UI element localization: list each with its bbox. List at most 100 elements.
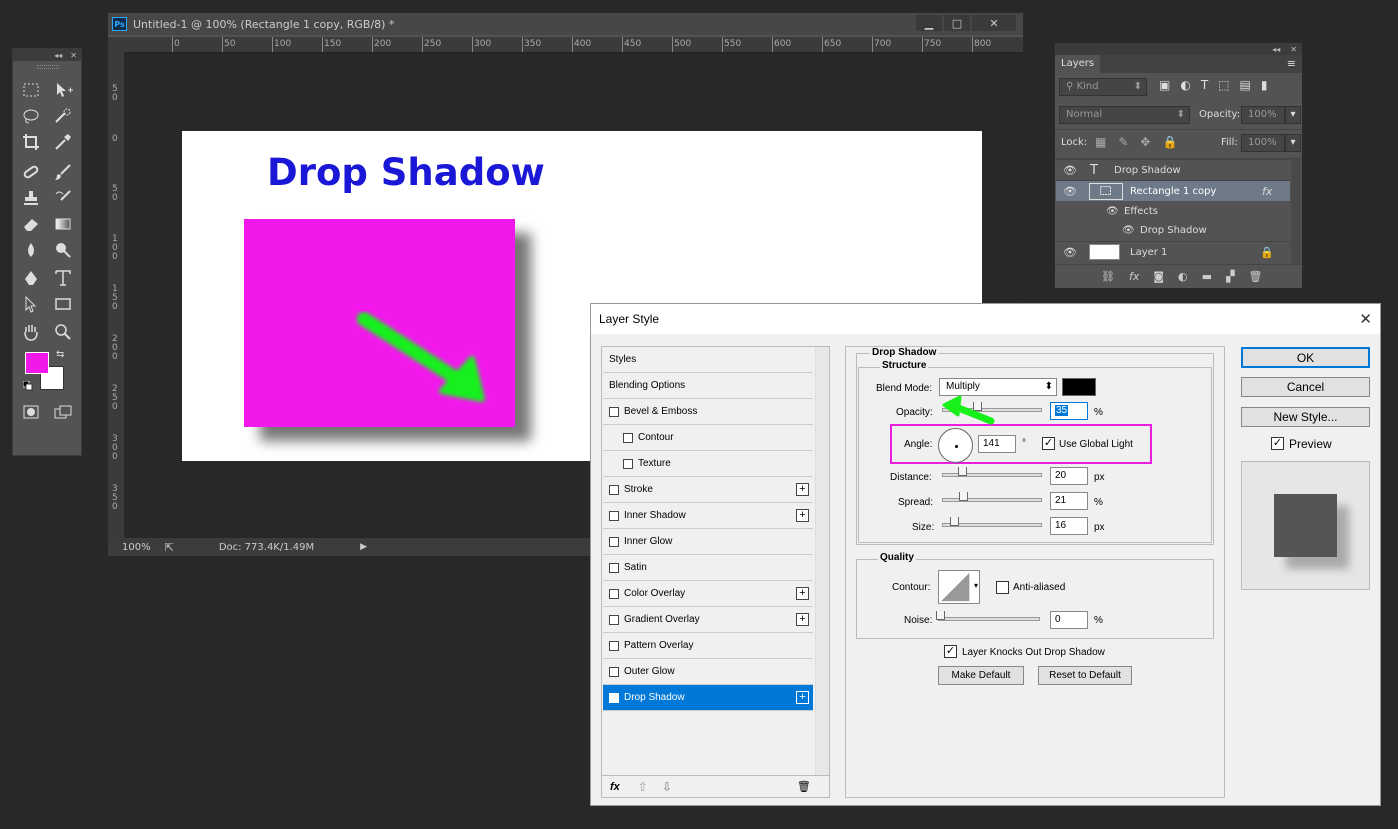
horizontal-ruler[interactable]: 0 50 100 150 200 250 300 350 400 450 500 550 600 650 7…	[124, 37, 1023, 53]
style-item[interactable]: Color Overlay +	[603, 581, 813, 607]
delete-effect-icon[interactable]: 🗑	[797, 780, 811, 793]
lasso-tool-icon[interactable]	[18, 105, 44, 127]
ok-button[interactable]: OK	[1241, 347, 1370, 368]
rectangle-tool-icon[interactable]	[50, 293, 76, 315]
pen-tool-icon[interactable]	[18, 267, 44, 289]
effect-row[interactable]: 👁 Drop Shadow	[1056, 220, 1290, 241]
healing-brush-tool-icon[interactable]	[18, 161, 44, 183]
style-checkbox[interactable]	[609, 640, 619, 651]
style-item[interactable]: Inner Shadow +	[603, 503, 813, 529]
spread-input[interactable]: 21	[1050, 492, 1088, 510]
zoom-tool-icon[interactable]	[50, 321, 76, 343]
dodge-tool-icon[interactable]	[50, 239, 76, 261]
type-filter-icon[interactable]: T	[1201, 78, 1208, 92]
visibility-eye-icon[interactable]: 👁	[1062, 185, 1078, 198]
style-checkbox[interactable]	[609, 614, 619, 625]
style-item[interactable]: Gradient Overlay +	[603, 607, 813, 633]
fx-icon[interactable]: fx	[1262, 185, 1272, 198]
angle-dial[interactable]	[938, 428, 973, 463]
style-checkbox[interactable]	[609, 588, 619, 599]
kind-filter-select[interactable]: ⚲ Kind ⬍	[1059, 78, 1147, 96]
vertical-ruler[interactable]: 5 0 0 5 0 1 0 0 1 5 0 2 0 0 2 5 0 3 0 0 3 5 0	[108, 53, 124, 538]
fill-dropdown-icon[interactable]: ▾	[1285, 134, 1301, 152]
size-slider[interactable]	[942, 517, 1042, 527]
panel-grip[interactable]	[37, 65, 59, 69]
adjustment-filter-icon[interactable]: ◐	[1180, 78, 1190, 92]
reset-to-default-button[interactable]: Reset to Default	[1038, 666, 1132, 685]
shadow-color-swatch[interactable]	[1062, 378, 1096, 396]
layer-row[interactable]: 👁 Layer 1 🔒	[1056, 241, 1290, 262]
add-instance-icon[interactable]: +	[796, 613, 809, 626]
delete-layer-icon[interactable]: 🗑	[1249, 270, 1263, 283]
brush-tool-icon[interactable]	[50, 161, 76, 183]
style-checkbox[interactable]	[623, 458, 633, 469]
status-menu-arrow-icon[interactable]: ▶	[360, 542, 367, 552]
new-group-icon[interactable]: ▬	[1202, 270, 1212, 283]
layer-row-selected[interactable]: 👁 Rectangle 1 copy fx	[1056, 180, 1290, 201]
spread-slider[interactable]	[942, 492, 1042, 502]
add-style-icon[interactable]: fx	[1129, 270, 1139, 283]
style-item[interactable]: Styles	[603, 347, 813, 373]
collapse-icon[interactable]: ◂◂	[54, 51, 62, 60]
history-brush-tool-icon[interactable]	[50, 187, 76, 209]
style-checkbox[interactable]	[609, 666, 619, 677]
noise-slider[interactable]	[936, 611, 1040, 621]
opacity-input[interactable]: 100%	[1241, 106, 1285, 124]
panel-menu-icon[interactable]: ≡	[1287, 57, 1296, 70]
style-list-scrollbar[interactable]	[815, 347, 829, 775]
tab-layers[interactable]: Layers	[1055, 55, 1101, 73]
style-item[interactable]: Inner Glow	[603, 529, 813, 555]
style-item[interactable]: Stroke +	[603, 477, 813, 503]
style-item[interactable]: Texture	[603, 451, 813, 477]
noise-input[interactable]: 0	[1050, 611, 1088, 629]
add-instance-icon[interactable]: +	[796, 691, 809, 704]
close-icon[interactable]: ✕	[1290, 45, 1297, 54]
style-item[interactable]: ✓ Drop Shadow +	[603, 685, 813, 711]
distance-input[interactable]: 20	[1050, 467, 1088, 485]
blend-mode-select[interactable]: Normal ⬍	[1059, 106, 1190, 124]
size-slider-knob[interactable]	[950, 517, 959, 526]
spread-slider-knob[interactable]	[959, 492, 968, 501]
marquee-tool-icon[interactable]	[18, 79, 44, 101]
opacity-input[interactable]: 35	[1050, 402, 1088, 420]
new-layer-icon[interactable]: ▞	[1226, 270, 1234, 283]
use-global-light-checkbox[interactable]: ✓	[1042, 437, 1055, 450]
add-instance-icon[interactable]: +	[796, 587, 809, 600]
hand-tool-icon[interactable]	[18, 321, 44, 343]
make-default-button[interactable]: Make Default	[938, 666, 1024, 685]
eyedropper-tool-icon[interactable]	[50, 131, 76, 153]
link-layers-icon[interactable]: ⛓	[1101, 270, 1115, 283]
pixel-filter-icon[interactable]: ▣	[1159, 78, 1170, 92]
move-down-icon[interactable]: ⇩	[662, 780, 672, 794]
style-item[interactable]: Bevel & Emboss	[603, 399, 813, 425]
layers-scrollbar[interactable]	[1291, 159, 1301, 265]
effects-eye-icon[interactable]: 👁	[1106, 206, 1119, 217]
effect-eye-icon[interactable]: 👁	[1122, 225, 1135, 236]
style-item[interactable]: Contour	[603, 425, 813, 451]
type-tool-icon[interactable]	[50, 267, 76, 289]
contour-picker[interactable]: ▾	[938, 570, 980, 604]
visibility-eye-icon[interactable]: 👁	[1062, 164, 1078, 177]
screen-mode-icon[interactable]	[50, 401, 76, 423]
layer-row[interactable]: 👁 T Drop Shadow	[1056, 159, 1290, 180]
style-checkbox[interactable]	[609, 536, 619, 547]
noise-slider-knob[interactable]	[936, 611, 945, 620]
quick-select-tool-icon[interactable]	[50, 105, 76, 127]
angle-input[interactable]: 141	[978, 435, 1016, 453]
add-mask-icon[interactable]: ◙	[1153, 270, 1164, 283]
knocks-out-checkbox[interactable]: ✓	[944, 645, 957, 658]
crop-tool-icon[interactable]	[18, 131, 44, 153]
style-checkbox[interactable]: ✓	[609, 692, 619, 703]
style-checkbox[interactable]	[609, 484, 619, 495]
style-item[interactable]: Satin	[603, 555, 813, 581]
cancel-button[interactable]: Cancel	[1241, 377, 1370, 397]
distance-slider[interactable]	[942, 467, 1042, 477]
new-style-button[interactable]: New Style...	[1241, 407, 1370, 427]
path-selection-tool-icon[interactable]	[18, 293, 44, 315]
size-input[interactable]: 16	[1050, 517, 1088, 535]
dialog-title-bar[interactable]: Layer Style	[591, 304, 1380, 334]
style-checkbox[interactable]	[609, 562, 619, 573]
eraser-tool-icon[interactable]	[18, 213, 44, 235]
shape-filter-icon[interactable]: ⬚	[1218, 78, 1229, 92]
default-colors-icon[interactable]	[22, 380, 33, 391]
